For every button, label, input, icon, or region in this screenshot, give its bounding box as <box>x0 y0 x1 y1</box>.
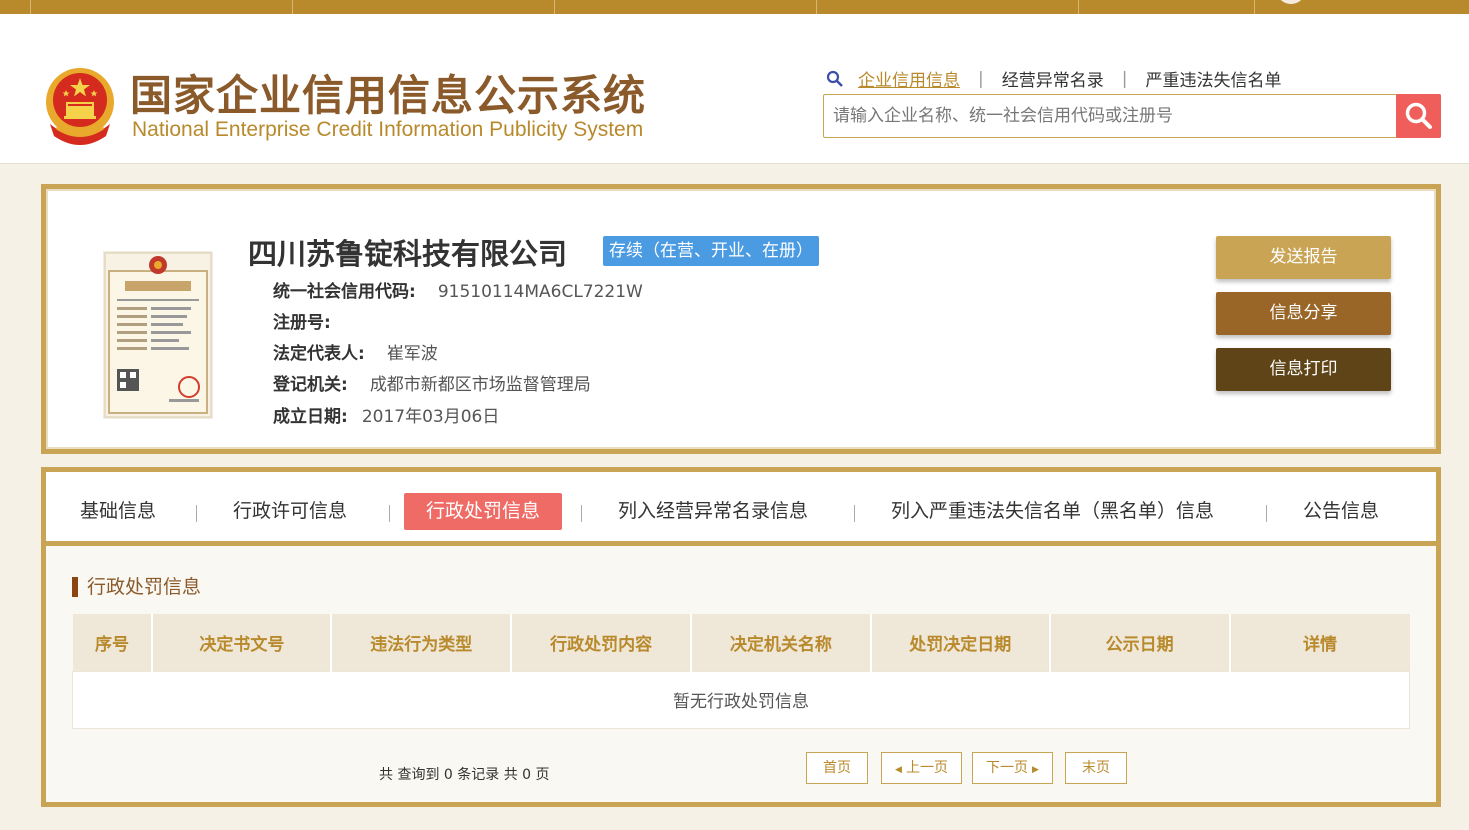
reg-no-row: 注册号: <box>273 308 353 333</box>
tab-bar: 基础信息 行政许可信息 行政处罚信息 列入经营异常名录信息 列入严重违法失信名单… <box>46 472 1436 546</box>
pager-info: 共 查询到 0 条记录 共 0 页 <box>379 767 550 783</box>
link-divider: | <box>978 68 984 89</box>
legal-rep-label: 法定代表人: <box>273 344 365 364</box>
prev-page-label: 上一页 <box>905 760 948 776</box>
prev-page-button[interactable]: ◀ 上一页 <box>881 752 962 784</box>
top-bar-divider <box>816 0 817 14</box>
company-card: 四川苏鲁锭科技有限公司 存续（在营、开业、在册） 统一社会信用代码: 915101… <box>41 184 1441 454</box>
tab-admin-penalty[interactable]: 行政处罚信息 <box>404 493 563 530</box>
column-header: 决定机关名称 <box>691 614 872 671</box>
user-icon[interactable] <box>1276 0 1306 4</box>
link-abnormal-list[interactable]: 经营异常名录 <box>1002 66 1104 91</box>
link-credit-info[interactable]: 企业信用信息 <box>858 66 960 91</box>
founded-value: 2017年03月06日 <box>361 407 500 427</box>
next-page-label: 下一页 <box>986 760 1029 776</box>
search-button[interactable] <box>1396 94 1441 138</box>
company-name: 四川苏鲁锭科技有限公司 <box>248 237 568 271</box>
top-bar-divider <box>30 0 31 14</box>
link-divider: | <box>1121 68 1128 89</box>
send-report-button[interactable]: 发送报告 <box>1216 236 1391 279</box>
table-row: 暂无行政处罚信息 <box>72 670 1410 729</box>
company-card-inner: 四川苏鲁锭科技有限公司 存续（在营、开业、在册） 统一社会信用代码: 915101… <box>46 189 1436 449</box>
link-blacklist[interactable]: 严重违法失信名单 <box>1145 66 1281 91</box>
share-info-button[interactable]: 信息分享 <box>1216 292 1391 335</box>
section-title: 行政处罚信息 <box>72 577 201 597</box>
tab-divider <box>854 505 855 522</box>
top-bar-divider <box>554 0 555 14</box>
penalty-table: 序号 决定书文号 违法行为类型 行政处罚内容 决定机关名称 处罚决定日期 公示日… <box>72 614 1410 729</box>
tab-blacklist[interactable]: 列入严重违法失信名单（黑名单）信息 <box>891 493 1214 530</box>
top-bar-divider <box>1254 0 1255 14</box>
caret-left-icon: ◀ <box>895 765 902 775</box>
tab-divider <box>1266 505 1267 522</box>
column-header: 公示日期 <box>1049 614 1231 671</box>
table-header-row: 序号 决定书文号 违法行为类型 行政处罚内容 决定机关名称 处罚决定日期 公示日… <box>72 614 1410 671</box>
site-title-cn: 国家企业信用信息公示系统 <box>130 71 647 120</box>
search-input[interactable] <box>824 95 1396 137</box>
national-emblem-icon <box>46 68 114 145</box>
column-header: 决定书文号 <box>152 614 333 671</box>
authority-row: 登记机关: 成都市新都区市场监督管理局 <box>273 370 591 395</box>
tab-admin-license[interactable]: 行政许可信息 <box>233 493 347 530</box>
detail-card: 基础信息 行政许可信息 行政处罚信息 列入经营异常名录信息 列入严重违法失信名单… <box>41 467 1441 807</box>
print-info-button[interactable]: 信息打印 <box>1216 348 1391 391</box>
tab-divider <box>389 505 390 522</box>
business-license-icon[interactable] <box>103 251 213 419</box>
search-box <box>823 94 1441 138</box>
tab-divider <box>581 505 582 522</box>
top-bar <box>0 0 1469 14</box>
authority-value: 成都市新都区市场监督管理局 <box>369 375 591 395</box>
top-bar-divider <box>292 0 293 14</box>
top-bar-divider <box>1078 0 1079 14</box>
column-header: 违法行为类型 <box>331 614 513 671</box>
tab-abnormal-list[interactable]: 列入经营异常名录信息 <box>618 493 808 530</box>
search-type-links: 企业信用信息 | 经营异常名录 | 严重违法失信名单 <box>826 66 1281 91</box>
search-icon <box>1405 102 1432 129</box>
founded-label: 成立日期: <box>273 407 348 427</box>
authority-label: 登记机关: <box>273 375 348 395</box>
site-header: 国家企业信用信息公示系统 National Enterprise Credit … <box>0 14 1469 164</box>
last-page-button[interactable]: 末页 <box>1065 752 1127 784</box>
tab-divider <box>196 505 197 522</box>
credit-code-label: 统一社会信用代码: <box>273 282 416 302</box>
credit-code-row: 统一社会信用代码: 91510114MA6CL7221W <box>273 277 643 302</box>
first-page-button[interactable]: 首页 <box>806 752 868 784</box>
column-header: 序号 <box>72 614 154 671</box>
credit-code-value: 91510114MA6CL7221W <box>437 282 643 302</box>
caret-right-icon: ▶ <box>1032 765 1039 775</box>
reg-no-label: 注册号: <box>273 313 331 333</box>
tab-basic-info[interactable]: 基础信息 <box>80 493 156 530</box>
site-title-en: National Enterprise Credit Information P… <box>132 118 644 141</box>
status-badge: 存续（在营、开业、在册） <box>603 236 819 266</box>
column-header: 行政处罚内容 <box>511 614 693 671</box>
tab-announcement[interactable]: 公告信息 <box>1303 493 1379 530</box>
column-header: 详情 <box>1229 614 1410 671</box>
column-header: 处罚决定日期 <box>870 614 1051 671</box>
legal-rep-value: 崔军波 <box>386 344 438 364</box>
next-page-button[interactable]: 下一页 ▶ <box>972 752 1053 784</box>
search-icon <box>826 70 843 87</box>
founded-row: 成立日期: 2017年03月06日 <box>273 402 499 427</box>
legal-rep-row: 法定代表人: 崔军波 <box>273 339 438 364</box>
empty-message: 暂无行政处罚信息 <box>72 670 1410 729</box>
